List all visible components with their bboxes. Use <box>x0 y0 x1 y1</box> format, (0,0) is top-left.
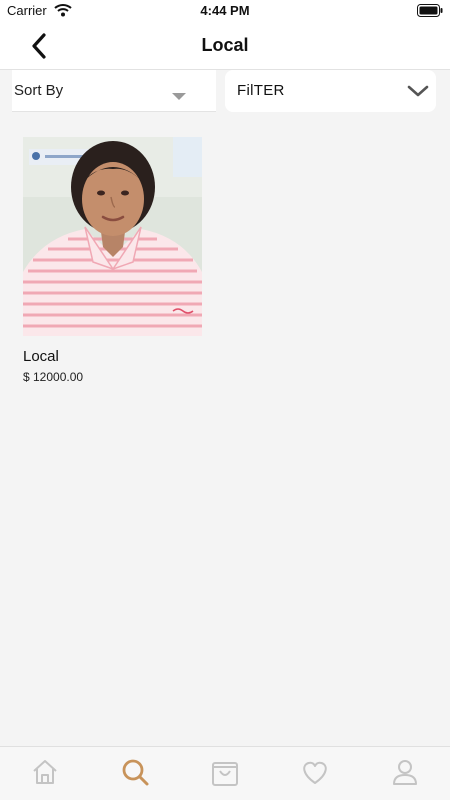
status-bar: Carrier 4:44 PM <box>0 0 450 22</box>
home-icon[interactable] <box>30 757 60 787</box>
product-photo[interactable] <box>23 137 202 336</box>
sort-by-dropdown[interactable]: Sort By <box>12 70 216 112</box>
caret-down-icon <box>172 93 186 100</box>
battery-icon <box>417 4 443 17</box>
product-card[interactable]: Local $ 12000.00 <box>23 137 202 384</box>
profile-icon[interactable] <box>390 757 420 787</box>
filter-label: FilTER <box>237 82 285 99</box>
bottom-tab-bar <box>0 746 450 800</box>
filter-dropdown[interactable]: FilTER <box>225 70 436 112</box>
shopping-bag-icon[interactable] <box>210 757 240 787</box>
navigation-bar: Local <box>0 22 450 70</box>
sort-by-label: Sort By <box>14 82 64 99</box>
heart-icon[interactable] <box>300 757 330 787</box>
page-title: Local <box>201 35 249 55</box>
search-icon[interactable] <box>120 757 150 787</box>
chevron-down-icon <box>407 85 429 97</box>
status-time: 4:44 PM <box>200 3 250 18</box>
product-price: $ 12000.00 <box>23 370 84 384</box>
product-name: Local <box>23 348 59 365</box>
